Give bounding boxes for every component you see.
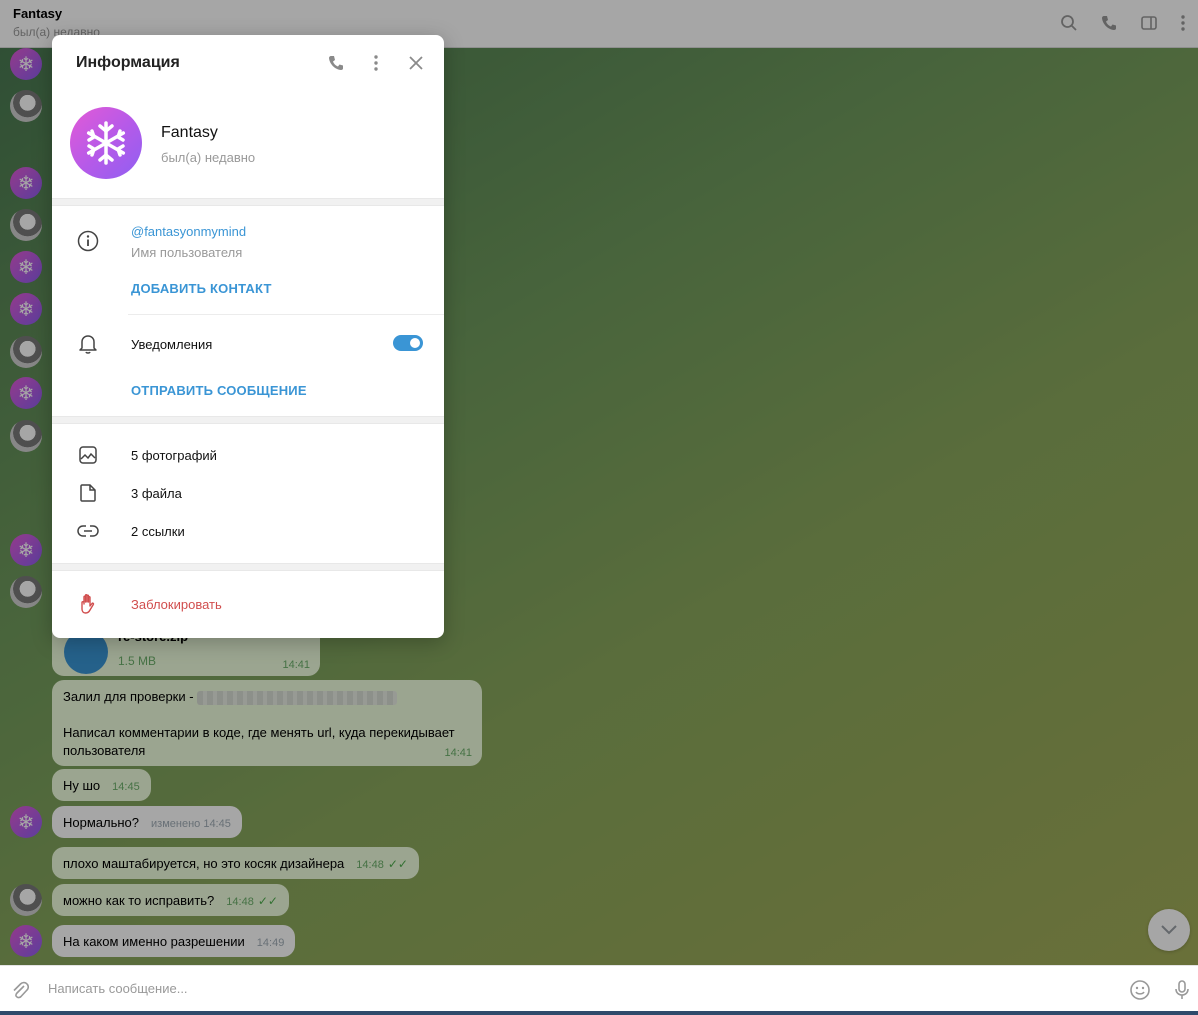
taskbar-strip: [0, 1011, 1198, 1015]
toggle-knob: [408, 336, 422, 350]
panel-title: Информация: [76, 54, 180, 71]
section-divider: [52, 198, 444, 206]
profile-name: Fantasy: [161, 124, 218, 141]
message-input[interactable]: Написать сообщение...: [48, 981, 188, 996]
media-photos[interactable]: 5 фотографий: [131, 448, 217, 463]
user-info-panel: Информация Fantasy был(а) недавно @fanta…: [52, 35, 444, 638]
username-label: Имя пользователя: [131, 245, 243, 260]
notifications-toggle[interactable]: [393, 335, 423, 351]
hand-stop-icon: [76, 592, 100, 616]
file-icon: [76, 481, 100, 505]
close-icon[interactable]: [404, 51, 428, 75]
media-links[interactable]: 2 ссылки: [131, 524, 185, 539]
section-divider: [52, 563, 444, 571]
section-divider: [52, 416, 444, 424]
profile-avatar[interactable]: [70, 107, 142, 179]
notifications-label: Уведомления: [131, 337, 213, 352]
message-input-bar: Написать сообщение...: [0, 965, 1198, 1011]
attach-icon[interactable]: [8, 978, 32, 1002]
divider: [128, 314, 444, 315]
username-link[interactable]: @fantasyonmymind: [131, 224, 246, 239]
info-icon: [76, 229, 100, 253]
profile-status: был(а) недавно: [161, 150, 256, 165]
send-message-button[interactable]: ОТПРАВИТЬ СООБЩЕНИЕ: [131, 383, 307, 398]
add-contact-button[interactable]: ДОБАВИТЬ КОНТАКТ: [131, 281, 272, 296]
bell-icon: [76, 332, 100, 356]
microphone-icon[interactable]: [1170, 978, 1194, 1002]
block-user-button[interactable]: Заблокировать: [131, 597, 222, 612]
call-icon[interactable]: [324, 51, 348, 75]
snowflake-icon: [86, 121, 126, 165]
emoji-icon[interactable]: [1128, 978, 1152, 1002]
more-vertical-icon[interactable]: [364, 51, 388, 75]
link-icon: [76, 519, 100, 543]
photo-icon: [76, 443, 100, 467]
media-files[interactable]: 3 файла: [131, 486, 182, 501]
